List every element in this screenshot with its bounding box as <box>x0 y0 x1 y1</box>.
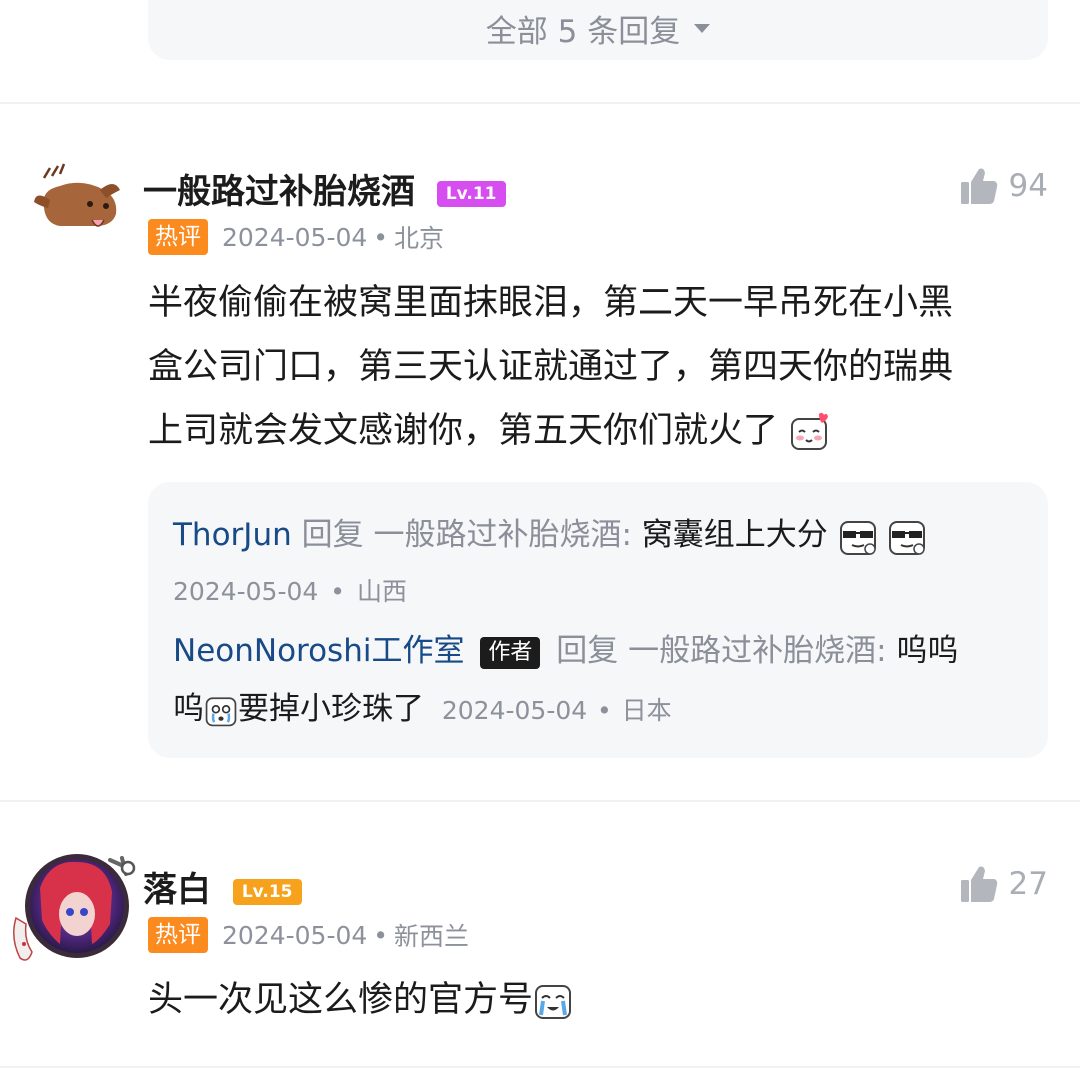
reply-meta: 2024-05-04 • 山西 <box>173 572 407 608</box>
comment-username[interactable]: 落白 Lv.15 <box>143 862 302 911</box>
reply-text: 窝囊组上大分 <box>641 517 828 553</box>
comment-username[interactable]: 一般路过补胎烧酒 Lv.11 <box>143 164 506 213</box>
reply-location: 日本 <box>621 696 672 725</box>
sunglasses-emoji <box>839 520 876 555</box>
hot-comment-badge: 热评 <box>148 917 208 953</box>
avatar[interactable] <box>30 160 124 240</box>
thumbs-up-icon <box>960 866 997 902</box>
reply-text: 呜呜 <box>896 633 959 669</box>
reply-username[interactable]: ThorJun <box>173 517 292 553</box>
comment-location: 新西兰 <box>394 922 470 951</box>
reply-target-user[interactable]: 一般路过补胎烧酒: <box>373 517 631 553</box>
reply-text: 要掉小珍珠了 <box>238 691 424 727</box>
replies-panel: ThorJun 回复 一般路过补胎烧酒: 窝囊组上大分 2024-05-04 •… <box>148 482 1048 758</box>
reply-word: 回复 <box>301 517 364 553</box>
comment-date: 2024-05-04 <box>222 222 368 252</box>
comment-location: 北京 <box>394 224 445 253</box>
sunglasses-emoji <box>889 520 926 555</box>
avatar[interactable] <box>10 848 136 968</box>
reply-word: 回复 <box>556 633 619 669</box>
comment-text-line: 半夜偷偷在被窝里面抹眼泪，第二天一早吊死在小黑 <box>148 283 954 323</box>
reply-location: 山西 <box>356 577 407 606</box>
dot-separator: • <box>373 222 389 252</box>
reply-item[interactable]: NeonNoroshi工作室 作者 回复 一般路过补胎烧酒: 呜呜 呜 要掉小珍… <box>173 622 1033 740</box>
crying-emoji <box>205 696 237 726</box>
hot-comment-badge: 热评 <box>148 219 208 255</box>
reply-date: 2024-05-04 <box>441 696 588 725</box>
dot-separator: • <box>597 696 612 725</box>
view-all-replies-label: 全部 5 条回复 <box>485 13 681 50</box>
like-count: 27 <box>1008 866 1048 902</box>
dot-separator: • <box>330 577 345 606</box>
comment-text-line: 盒公司门口，第三天认证就通过了，第四天你的瑞典 <box>148 347 954 387</box>
level-badge: Lv.15 <box>232 878 302 905</box>
username-text: 落白 <box>143 870 211 910</box>
divider <box>0 800 1080 802</box>
reply-text: 呜 <box>173 691 204 727</box>
divider <box>0 102 1080 104</box>
crying-emoji <box>535 985 572 1019</box>
comment-text[interactable]: 头一次见这么惨的官方号 <box>148 968 573 1032</box>
reply-item[interactable]: ThorJun 回复 一般路过补胎烧酒: 窝囊组上大分 <box>173 506 927 564</box>
username-text: 一般路过补胎烧酒 <box>143 172 415 212</box>
comment-text-line: 上司就会发文感谢你，第五天你们就火了 <box>148 411 779 451</box>
view-all-replies-button[interactable]: 全部 5 条回复 <box>148 0 1048 60</box>
like-count: 94 <box>1008 168 1048 204</box>
thumbs-up-icon <box>960 168 997 204</box>
author-badge: 作者 <box>480 636 541 669</box>
chevron-down-icon <box>694 23 711 33</box>
like-button[interactable]: 27 <box>959 864 1048 904</box>
blush-emoji <box>791 412 829 450</box>
divider <box>0 1066 1080 1068</box>
reply-target-user[interactable]: 一般路过补胎烧酒: <box>628 633 886 669</box>
comment-text[interactable]: 半夜偷偷在被窝里面抹眼泪，第二天一早吊死在小黑 盒公司门口，第三天认证就通过了，… <box>148 271 1048 463</box>
comment-date: 2024-05-04 <box>222 920 368 950</box>
like-button[interactable]: 94 <box>959 166 1048 206</box>
comment-text-line: 头一次见这么惨的官方号 <box>148 980 534 1020</box>
dot-separator: • <box>373 920 389 950</box>
reply-date: 2024-05-04 <box>173 577 319 606</box>
reply-username[interactable]: NeonNoroshi工作室 <box>173 633 464 669</box>
level-badge: Lv.11 <box>436 180 506 207</box>
